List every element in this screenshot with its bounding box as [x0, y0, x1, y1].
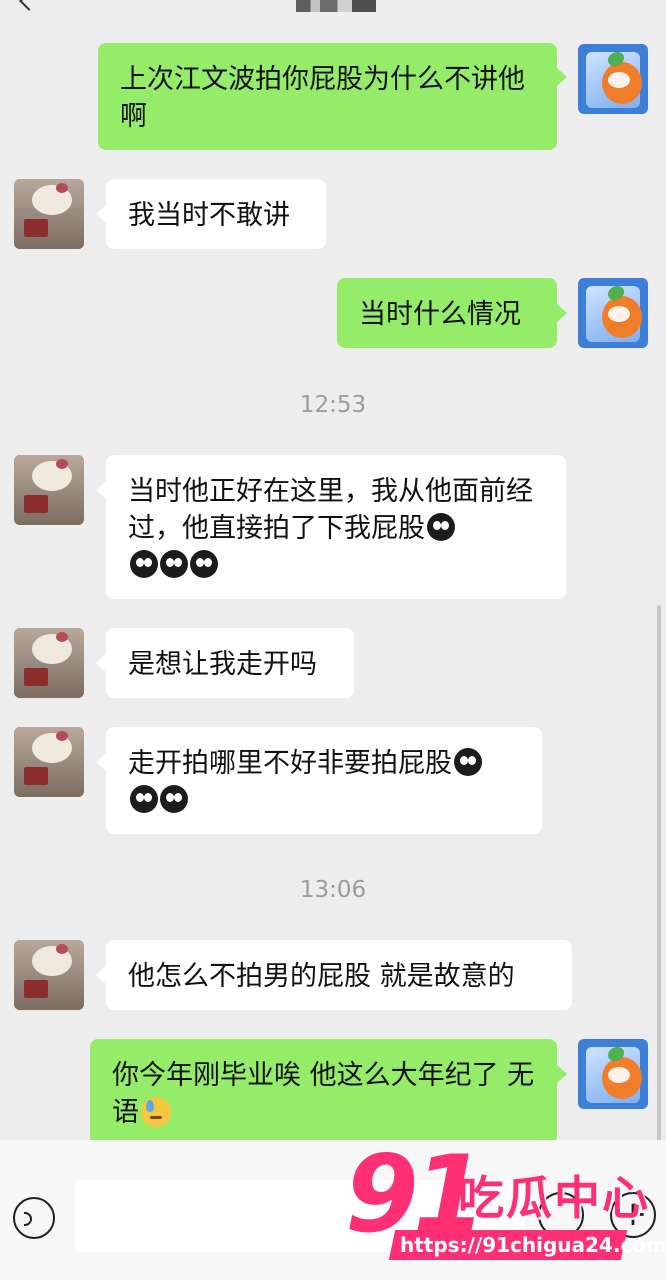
message-text: 是想让我走开吗 — [128, 649, 317, 680]
voice-icon[interactable] — [13, 1197, 55, 1239]
message-text: 当时什么情况 — [359, 299, 521, 330]
watermark-name: 吃瓜中心 — [458, 1171, 650, 1225]
eyes-sweat-emoji-icon — [130, 785, 158, 813]
message-text: 当时他正好在这里，我从他面前经过，他直接拍了下我屁股 — [128, 476, 533, 544]
eyes-sweat-emoji-icon — [160, 785, 188, 813]
eyes-sweat-emoji-icon — [427, 513, 455, 541]
contact-avatar[interactable] — [14, 179, 84, 249]
downcast-sweat-emoji-icon — [141, 1097, 171, 1127]
contact-avatar[interactable] — [14, 455, 84, 525]
message-text: 上次江文波拍你屁股为什么不讲他啊 — [120, 64, 525, 132]
back-arrow-icon[interactable] — [19, 0, 39, 11]
message-bubble[interactable]: 上次江文波拍你屁股为什么不讲他啊 — [98, 43, 557, 150]
timestamp: 13:06 — [299, 877, 367, 903]
message-text: 你今年刚毕业唉 他这么大年纪了 无语 — [112, 1060, 535, 1128]
message-bubble[interactable]: 当时什么情况 — [337, 278, 557, 348]
message-text: 他怎么不拍男的屁股 就是故意的 — [128, 961, 515, 992]
message-bubble[interactable]: 走开拍哪里不好非要拍屁股 — [106, 727, 542, 834]
eyes-sweat-emoji-icon — [190, 550, 218, 578]
message-text: 我当时不敢讲 — [128, 200, 290, 231]
watermark-url: https://91chigua24.com — [400, 1233, 666, 1257]
eyes-sweat-emoji-icon — [160, 550, 188, 578]
chat-header — [0, 0, 666, 14]
timestamp: 12:53 — [299, 392, 367, 418]
contact-avatar[interactable] — [14, 727, 84, 797]
message-bubble[interactable]: 我当时不敢讲 — [106, 179, 326, 249]
contact-avatar[interactable] — [14, 940, 84, 1010]
message-bubble[interactable]: 是想让我走开吗 — [106, 628, 354, 698]
contact-avatar[interactable] — [14, 628, 84, 698]
message-bubble[interactable]: 他怎么不拍男的屁股 就是故意的 — [106, 940, 572, 1010]
eyes-sweat-emoji-icon — [130, 550, 158, 578]
chat-title-redacted — [296, 0, 376, 12]
my-avatar[interactable] — [578, 44, 648, 114]
message-text: 走开拍哪里不好非要拍屁股 — [128, 748, 452, 779]
message-bubble[interactable]: 你今年刚毕业唉 他这么大年纪了 无语 — [90, 1039, 557, 1146]
message-bubble[interactable]: 当时他正好在这里，我从他面前经过，他直接拍了下我屁股 — [106, 455, 566, 599]
eyes-sweat-emoji-icon — [454, 748, 482, 776]
my-avatar[interactable] — [578, 1039, 648, 1109]
my-avatar[interactable] — [578, 278, 648, 348]
